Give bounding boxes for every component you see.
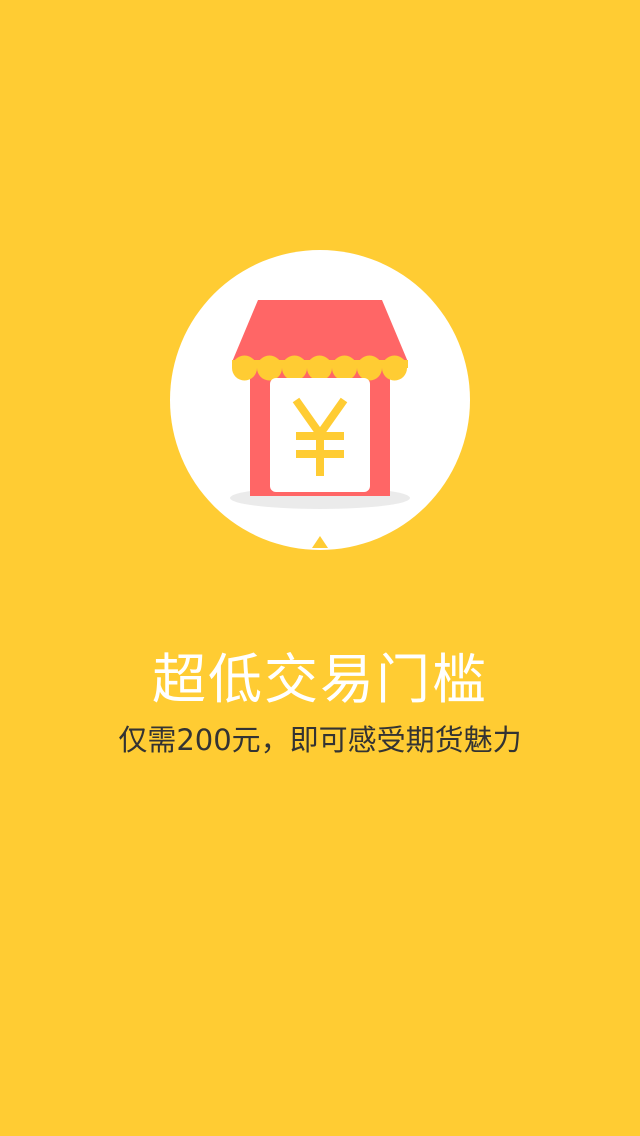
storefront-yen-icon xyxy=(168,250,472,554)
subline: 仅需200元，即可感受期货魅力 xyxy=(118,723,522,757)
onboarding-screen: 超低交易门槛 仅需200元，即可感受期货魅力 xyxy=(0,0,640,1136)
headline: 超低交易门槛 xyxy=(152,648,488,711)
